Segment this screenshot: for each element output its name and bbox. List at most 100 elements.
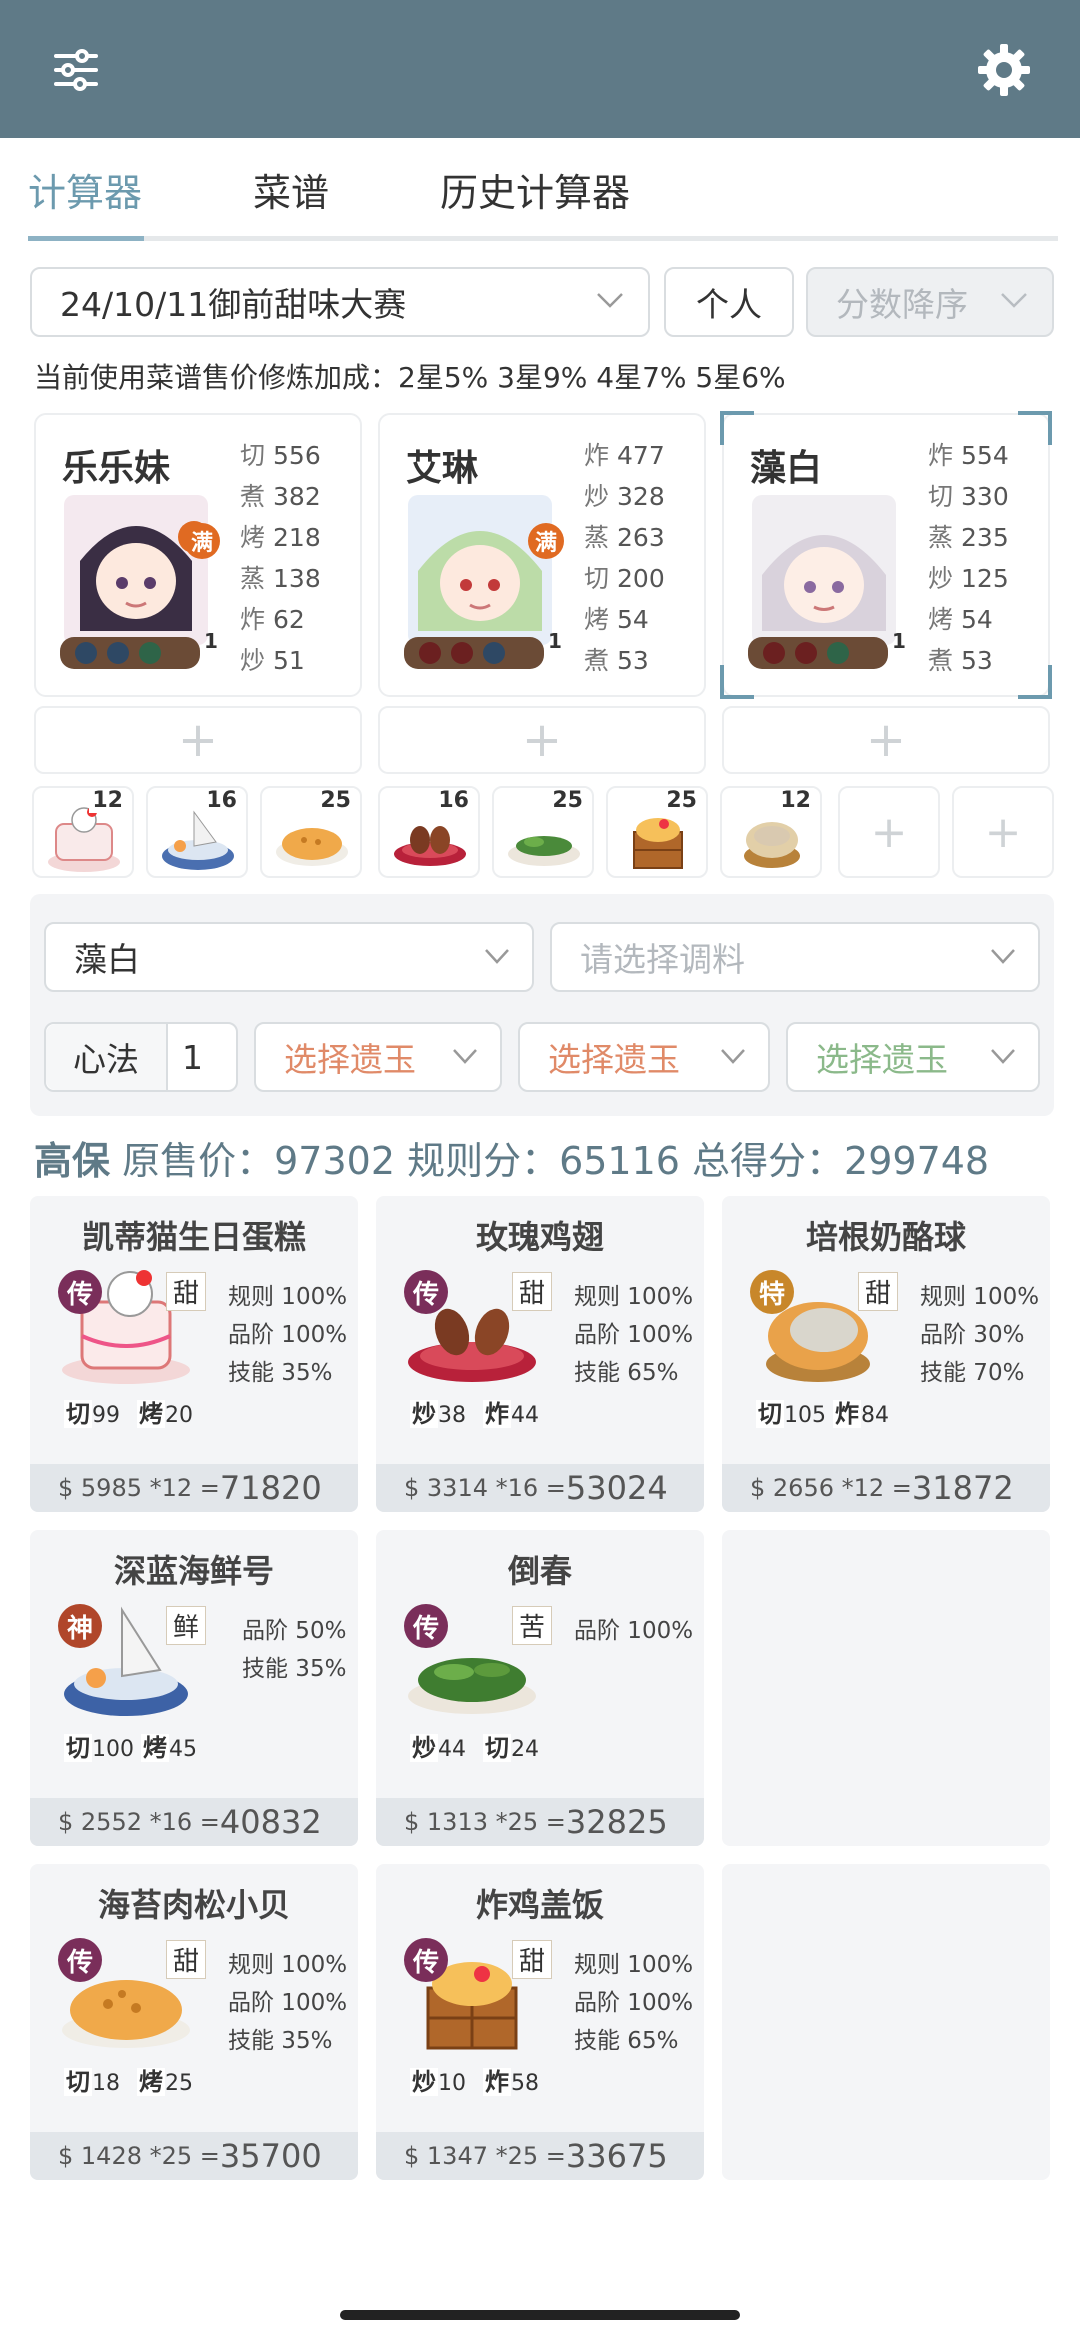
stat-line: 品阶 100% xyxy=(574,1618,694,1644)
skill-requirements: 切18 烤25 xyxy=(64,2068,193,2096)
dish-slot[interactable]: 25 xyxy=(606,786,708,878)
bonus-note: 当前使用菜谱售价修炼加成：2星5% 3星9% 4星7% 5星6% xyxy=(34,361,786,394)
skill-row: 煮 382 xyxy=(240,482,321,511)
selection-corner xyxy=(720,411,754,445)
skill-row: 切 556 xyxy=(240,441,321,470)
recipe-card[interactable]: 深蓝海鲜号 神 鲜 品阶 50% 技能 35% 切100 烤45 $ 2552 … xyxy=(30,1530,358,1846)
recipe-card-empty[interactable] xyxy=(722,1530,1050,1846)
tab-history-calculator[interactable]: 历史计算器 xyxy=(440,162,630,217)
recipe-price: $ 3314 *16 = 53024 xyxy=(376,1464,704,1512)
home-indicator[interactable] xyxy=(340,2310,740,2320)
tab-calculator[interactable]: 计算器 xyxy=(28,162,142,217)
dish-slot[interactable]: 25 xyxy=(260,786,362,878)
taste-tag: 甜 xyxy=(512,1940,553,1979)
chef-skills: 炸 554 切 330 蒸 235 炒 125 烤 54 煮 53 xyxy=(928,435,1009,681)
seasoning-placeholder: 请选择调料 xyxy=(580,940,745,979)
skill-requirements: 切100 烤45 xyxy=(64,1734,197,1762)
chef-config-panel: 藻白 请选择调料 心法 1 选择遗玉 选择遗玉 选择遗玉 xyxy=(30,894,1054,1116)
recipe-title: 倒春 xyxy=(507,1552,572,1590)
recipe-card[interactable]: 凯蒂猫生日蛋糕 传 甜 规则 100% 品阶 100% 技能 35% 切99 烤… xyxy=(30,1196,358,1512)
skill-row: 炸 62 xyxy=(240,605,305,634)
tab-indicator xyxy=(28,236,144,241)
chevron-down-icon xyxy=(485,949,509,964)
taste-tag: 甜 xyxy=(512,1272,553,1311)
recipe-stats: 品阶 50% 技能 35% xyxy=(242,1612,346,1688)
mode-select-value: 个人 xyxy=(696,285,762,324)
guarantee-label: 高保 xyxy=(34,1139,111,1183)
app-header xyxy=(0,0,1080,138)
tab-underline xyxy=(28,236,1058,241)
recipe-title: 培根奶酪球 xyxy=(805,1218,966,1256)
xinfa-input[interactable]: 1 xyxy=(168,1038,203,1077)
recipe-card[interactable]: 海苔肉松小贝 传 甜 规则 100% 品阶 100% 技能 35% 切18 烤2… xyxy=(30,1864,358,2180)
recipe-card[interactable]: 培根奶酪球 特 甜 规则 100% 品阶 30% 技能 70% 切105 炸84… xyxy=(722,1196,1050,1512)
mode-select[interactable]: 个人 xyxy=(664,267,794,337)
add-equipment-button[interactable]: + xyxy=(34,706,362,774)
skill-row: 炒 125 xyxy=(928,564,1009,593)
skill-row: 煮 53 xyxy=(928,646,993,675)
selection-corner xyxy=(1018,665,1052,699)
recipe-total: 53024 xyxy=(565,1469,668,1507)
relic-select-1[interactable]: 选择遗玉 xyxy=(254,1022,502,1092)
skill-row: 炒 328 xyxy=(584,482,665,511)
chef-portrait xyxy=(404,495,552,669)
grade-badge: 传 xyxy=(404,1604,448,1648)
contest-select-value: 24/10/11御前甜味大赛 xyxy=(60,285,407,324)
dish-slot[interactable]: 16 xyxy=(146,786,248,878)
stat-line: 规则 100% xyxy=(228,1284,348,1310)
recipe-total: 32825 xyxy=(565,1803,668,1841)
stat-line: 品阶 50% xyxy=(242,1618,347,1644)
stat-line: 技能 35% xyxy=(242,1656,347,1682)
relic-select-2[interactable]: 选择遗玉 xyxy=(518,1022,770,1092)
add-dish-button[interactable]: + xyxy=(952,786,1054,878)
stat-line: 规则 100% xyxy=(228,1952,348,1978)
add-equipment-button[interactable]: + xyxy=(378,706,706,774)
recipe-price: $ 2656 *12 = 31872 xyxy=(722,1464,1050,1512)
skill-row: 炸 477 xyxy=(584,441,665,470)
tab-recipes[interactable]: 菜谱 xyxy=(253,162,329,217)
taste-tag: 苦 xyxy=(512,1606,553,1645)
grade-badge: 传 xyxy=(404,1270,448,1314)
grade-badge: 特 xyxy=(750,1270,794,1314)
skill-requirements: 切105 炸84 xyxy=(756,1400,889,1428)
seasoning-select[interactable]: 请选择调料 xyxy=(550,922,1040,992)
relic-select-2-label: 选择遗玉 xyxy=(548,1040,680,1079)
recipe-card-empty[interactable] xyxy=(722,1864,1050,2180)
add-equipment-button[interactable]: + xyxy=(722,706,1050,774)
stat-line: 规则 100% xyxy=(574,1952,694,1978)
dish-slot[interactable]: 25 xyxy=(492,786,594,878)
skill-row: 蒸 235 xyxy=(928,523,1009,552)
contest-select[interactable]: 24/10/11御前甜味大赛 xyxy=(30,267,650,337)
chef-card[interactable]: 乐乐妹 满 1 切 556 煮 382 烤 218 蒸 138 炸 62 炒 51 xyxy=(34,413,362,697)
recipe-card[interactable]: 玫瑰鸡翅 传 甜 规则 100% 品阶 100% 技能 65% 炒38 炸44 … xyxy=(376,1196,704,1512)
filter-button[interactable] xyxy=(36,30,116,110)
stat-line: 规则 100% xyxy=(920,1284,1040,1310)
skill-requirements: 炒38 炸44 xyxy=(410,1400,539,1428)
dish-quantity: 16 xyxy=(203,788,240,813)
recipe-stats: 规则 100% 品阶 100% 技能 35% xyxy=(228,1946,347,2060)
chef-select[interactable]: 藻白 xyxy=(44,922,534,992)
recipe-card[interactable]: 倒春 传 苦 品阶 100% 炒44 切24 $ 1313 *25 = 3282… xyxy=(376,1530,704,1846)
sort-select[interactable]: 分数降序 xyxy=(806,267,1054,337)
add-dish-button[interactable]: + xyxy=(838,786,940,878)
stat-line: 技能 35% xyxy=(228,1360,333,1386)
dish-quantity: 16 xyxy=(435,788,472,813)
dish-slot[interactable]: 16 xyxy=(378,786,480,878)
sort-select-value: 分数降序 xyxy=(836,285,968,324)
recipe-price: $ 1347 *25 = 33675 xyxy=(376,2132,704,2180)
dish-slot[interactable]: 12 xyxy=(32,786,134,878)
dish-slot[interactable]: 12 xyxy=(720,786,822,878)
recipe-price: $ 2552 *16 = 40832 xyxy=(30,1798,358,1846)
relic-select-3[interactable]: 选择遗玉 xyxy=(786,1022,1040,1092)
chevron-down-icon xyxy=(991,949,1015,964)
recipe-title: 凯蒂猫生日蛋糕 xyxy=(81,1218,306,1256)
chevron-down-icon xyxy=(597,293,623,308)
settings-button[interactable] xyxy=(964,30,1044,110)
taste-tag: 鲜 xyxy=(166,1606,207,1645)
stat-line: 品阶 100% xyxy=(574,1990,694,2016)
recipe-title: 海苔肉松小贝 xyxy=(97,1886,290,1924)
chef-card[interactable]: 艾琳 满 1 炸 477 炒 328 蒸 263 切 200 烤 54 煮 53 xyxy=(378,413,706,697)
recipe-card[interactable]: 炸鸡盖饭 传 甜 规则 100% 品阶 100% 技能 65% 炒10 炸58 … xyxy=(376,1864,704,2180)
chef-skills: 炸 477 炒 328 蒸 263 切 200 烤 54 煮 53 xyxy=(584,435,665,681)
chef-card-selected[interactable]: 藻白 1 炸 554 切 330 蒸 235 炒 125 烤 54 煮 53 xyxy=(720,411,1052,699)
